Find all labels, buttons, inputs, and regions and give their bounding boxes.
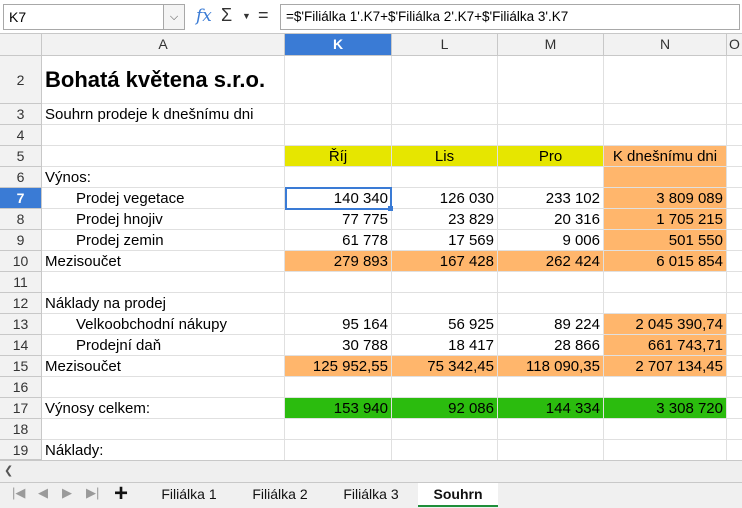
company-title[interactable]: Bohatá květena s.r.o. — [42, 56, 268, 104]
tab-filialka-2[interactable]: Filiálka 2 — [238, 483, 322, 507]
cell-n8[interactable]: 1 705 215 — [604, 209, 726, 230]
cell-m9[interactable]: 9 006 — [498, 230, 603, 251]
cell-l17[interactable]: 92 086 — [392, 398, 497, 419]
add-sheet-icon[interactable]: + — [114, 480, 128, 508]
cell-m8[interactable]: 20 316 — [498, 209, 603, 230]
first-sheet-icon[interactable]: |◀ — [12, 485, 25, 501]
cell-a13[interactable]: Velkoobchodní nákupy — [73, 314, 230, 335]
cell-l10[interactable]: 167 428 — [392, 251, 497, 272]
cell-n10[interactable]: 6 015 854 — [604, 251, 726, 272]
name-box-dropdown[interactable]: ⌵ — [163, 4, 185, 30]
last-sheet-icon[interactable]: ▶| — [86, 485, 99, 501]
previous-sheet-icon[interactable]: ◀ — [38, 485, 48, 501]
formula-icon[interactable]: = — [258, 5, 269, 26]
cell-m15[interactable]: 118 090,35 — [498, 356, 603, 377]
select-all-corner[interactable] — [0, 34, 42, 56]
cell-n14[interactable]: 661 743,71 — [604, 335, 726, 356]
cell-m7[interactable]: 233 102 — [498, 188, 603, 209]
row-header-13[interactable]: 13 — [0, 314, 42, 335]
row-header-10[interactable]: 10 — [0, 251, 42, 272]
cell-n17[interactable]: 3 308 720 — [604, 398, 726, 419]
cell-a14[interactable]: Prodejní daň — [73, 335, 164, 356]
cell-n7[interactable]: 3 809 089 — [604, 188, 726, 209]
column-header-n[interactable]: N — [604, 34, 727, 56]
column-header-m[interactable]: M — [498, 34, 604, 56]
function-wizard-icon[interactable]: fx — [196, 6, 212, 26]
cell-l5[interactable]: Lis — [392, 146, 497, 167]
cell-a10[interactable]: Mezisoučet — [42, 251, 124, 272]
row-header-5[interactable]: 5 — [0, 146, 42, 167]
cell-a9[interactable]: Prodej zemin — [73, 230, 167, 251]
autofill-handle[interactable] — [388, 206, 393, 211]
next-sheet-icon[interactable]: ▶ — [62, 485, 72, 501]
cell-k13[interactable]: 95 164 — [285, 314, 391, 335]
cell-k15[interactable]: 125 952,55 — [285, 356, 391, 377]
cell-n5[interactable]: K dnešnímu dni — [604, 146, 726, 167]
tab-filialka-1[interactable]: Filiálka 1 — [148, 483, 230, 507]
cell-m13[interactable]: 89 224 — [498, 314, 603, 335]
cell-a12[interactable]: Náklady na prodej — [42, 293, 169, 314]
row-header-2[interactable]: 2 — [0, 56, 42, 104]
column-header-o[interactable]: O — [727, 34, 742, 56]
horizontal-scrollbar[interactable] — [0, 460, 742, 482]
cell-a8[interactable]: Prodej hnojiv — [73, 209, 166, 230]
cell-n13[interactable]: 2 045 390,74 — [604, 314, 726, 335]
row-header-7[interactable]: 7 — [0, 188, 42, 209]
active-cell-cursor[interactable] — [285, 187, 392, 210]
cell-k8[interactable]: 77 775 — [285, 209, 391, 230]
cell-k5[interactable]: Říj — [285, 146, 391, 167]
row-header-17[interactable]: 17 — [0, 398, 42, 419]
cell-m5[interactable]: Pro — [498, 146, 603, 167]
row-header-14[interactable]: 14 — [0, 335, 42, 356]
cell-n9[interactable]: 501 550 — [604, 230, 726, 251]
formula-input[interactable]: =$'Filiálka 1'.K7+$'Filiálka 2'.K7+$'Fil… — [280, 4, 740, 30]
sum-icon[interactable]: Σ — [221, 5, 232, 26]
cell-a3[interactable]: Souhrn prodeje k dnešnímu dni — [42, 104, 256, 125]
column-header-a[interactable]: A — [42, 34, 285, 56]
gridline — [42, 439, 742, 440]
cell-k10[interactable]: 279 893 — [285, 251, 391, 272]
cell-l9[interactable]: 17 569 — [392, 230, 497, 251]
gridline — [726, 56, 727, 460]
column-header-l[interactable]: L — [392, 34, 498, 56]
row-header-15[interactable]: 15 — [0, 356, 42, 377]
row-header-18[interactable]: 18 — [0, 419, 42, 440]
row-header-12[interactable]: 12 — [0, 293, 42, 314]
row-header-11[interactable]: 11 — [0, 272, 42, 293]
scroll-left-icon[interactable]: ❮ — [4, 464, 13, 477]
cell-a15[interactable]: Mezisoučet — [42, 356, 124, 377]
row-header-9[interactable]: 9 — [0, 230, 42, 251]
name-box[interactable]: K7 — [3, 4, 164, 30]
cell-l8[interactable]: 23 829 — [392, 209, 497, 230]
cell-l15[interactable]: 75 342,45 — [392, 356, 497, 377]
cell-m17[interactable]: 144 334 — [498, 398, 603, 419]
cell-m14[interactable]: 28 866 — [498, 335, 603, 356]
row-header-6[interactable]: 6 — [0, 167, 42, 188]
cell-n15[interactable]: 2 707 134,45 — [604, 356, 726, 377]
cell-a17[interactable]: Výnosy celkem: — [42, 398, 153, 419]
tab-filialka-3[interactable]: Filiálka 3 — [328, 483, 414, 507]
cell-k14[interactable]: 30 788 — [285, 335, 391, 356]
row-header-3[interactable]: 3 — [0, 104, 42, 125]
cell-k9[interactable]: 61 778 — [285, 230, 391, 251]
cell-k17[interactable]: 153 940 — [285, 398, 391, 419]
row-header-4[interactable]: 4 — [0, 125, 42, 146]
sum-dropdown-icon[interactable]: ▼ — [242, 11, 251, 21]
tab-souhrn[interactable]: Souhrn — [418, 483, 498, 507]
cell-l7[interactable]: 126 030 — [392, 188, 497, 209]
cell-a6[interactable]: Výnos: — [42, 167, 94, 188]
chevron-down-icon: ⌵ — [169, 11, 179, 23]
cell-l13[interactable]: 56 925 — [392, 314, 497, 335]
row-header-16[interactable]: 16 — [0, 377, 42, 398]
row-header-8[interactable]: 8 — [0, 209, 42, 230]
cell-a19[interactable]: Náklady: — [42, 440, 106, 460]
cell-m10[interactable]: 262 424 — [498, 251, 603, 272]
column-header-k[interactable]: K — [285, 34, 392, 56]
cell-a7[interactable]: Prodej vegetace — [73, 188, 187, 209]
row-header-19[interactable]: 19 — [0, 440, 42, 460]
cell-l14[interactable]: 18 417 — [392, 335, 497, 356]
